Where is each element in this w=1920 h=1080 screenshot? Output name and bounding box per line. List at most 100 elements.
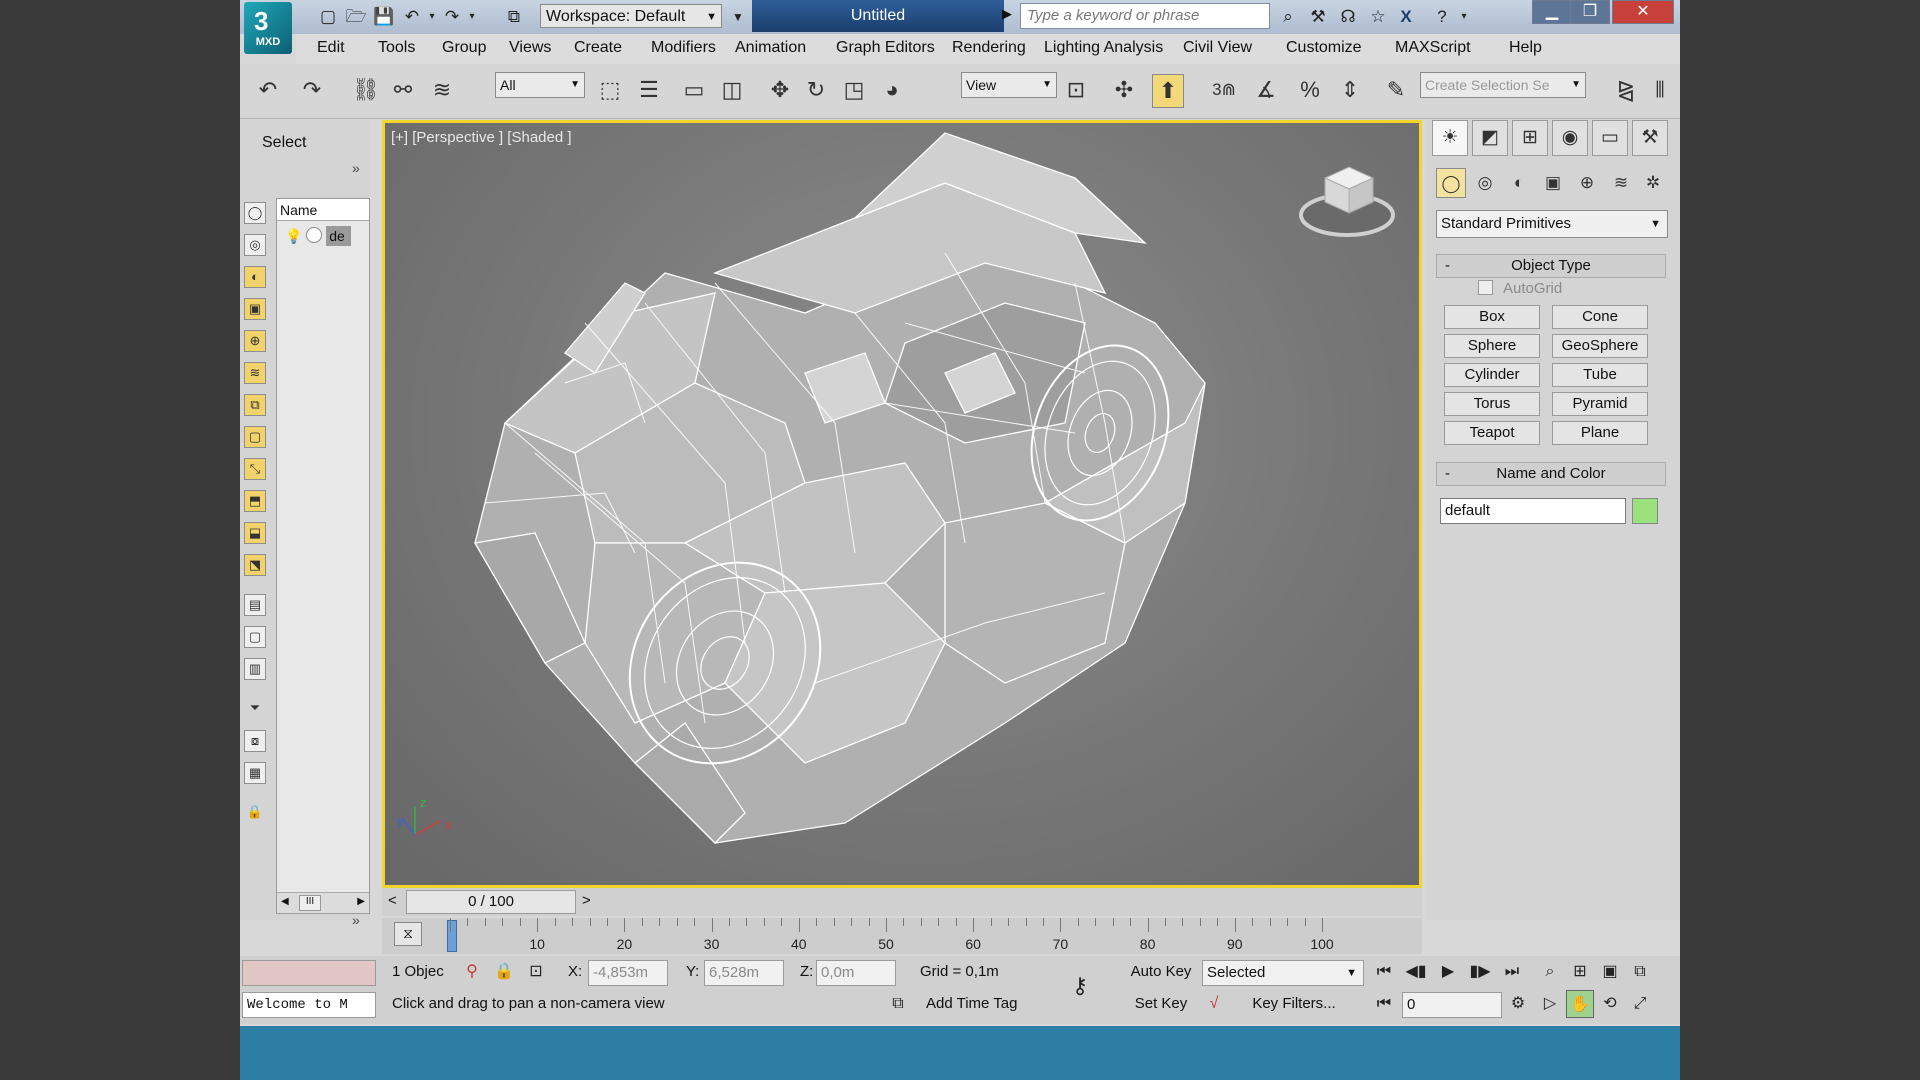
isolate-selection-icon[interactable]: ⚲ bbox=[458, 958, 486, 986]
help-icon[interactable]: ? bbox=[1430, 5, 1454, 29]
maxscript-listener-red[interactable] bbox=[242, 960, 376, 986]
keyboard-shortcut-override-icon[interactable]: ⬆ bbox=[1152, 74, 1184, 108]
name-column-header[interactable]: Name bbox=[277, 199, 369, 221]
display-invert-icon[interactable]: ▥ bbox=[244, 658, 266, 680]
primitive-category-dropdown[interactable]: Standard Primitives ▼ bbox=[1436, 210, 1668, 238]
geometry-category-icon[interactable]: ◯ bbox=[1436, 168, 1466, 198]
viewcube-icon[interactable] bbox=[1299, 166, 1395, 237]
display-tab-icon[interactable]: ▭ bbox=[1592, 120, 1628, 156]
display-cameras-icon[interactable]: ▣ bbox=[244, 298, 266, 320]
display-groups-icon[interactable]: ⧉ bbox=[244, 394, 266, 416]
go-to-end-icon[interactable]: ⏭ bbox=[1498, 958, 1526, 986]
absolute-relative-transform-icon[interactable]: ⊡ bbox=[522, 958, 550, 986]
menu-graph-editors[interactable]: Graph Editors bbox=[836, 39, 935, 57]
previous-frame-icon[interactable]: ◀▮ bbox=[1402, 958, 1430, 986]
spinner-snap-icon[interactable]: ⇕ bbox=[1334, 74, 1366, 106]
redo-dropdown-icon[interactable]: ▾ bbox=[460, 5, 484, 29]
display-spacewarps-icon[interactable]: ≋ bbox=[244, 362, 266, 384]
reference-coordinate-dropdown[interactable]: View ▼ bbox=[961, 72, 1057, 98]
name-and-color-rollout-header[interactable]: - Name and Color bbox=[1436, 462, 1666, 486]
key-set-dropdown[interactable]: Selected ▼ bbox=[1202, 960, 1364, 986]
next-frame-icon[interactable]: ▮▶ bbox=[1466, 958, 1494, 986]
pyramid-button[interactable]: Pyramid bbox=[1552, 392, 1648, 416]
perspective-viewport[interactable]: [+] [Perspective ] [Shaded ] x y z bbox=[382, 120, 1422, 888]
key-filters-button[interactable]: Key Filters... bbox=[1236, 992, 1352, 1018]
set-key-button[interactable]: Set Key bbox=[1126, 992, 1196, 1018]
rectangular-selection-icon[interactable]: ▭ bbox=[678, 74, 710, 106]
search-expand-icon[interactable]: ▶ bbox=[1002, 6, 1012, 22]
scene-list-scrollbar[interactable]: ◀ III ▶ bbox=[277, 892, 369, 913]
autogrid-checkbox[interactable]: AutoGrid bbox=[1478, 280, 1562, 297]
go-to-start-icon[interactable]: ⏮ bbox=[1370, 958, 1398, 986]
menu-edit[interactable]: Edit bbox=[317, 39, 345, 57]
display-frozen-icon[interactable]: ⬓ bbox=[244, 522, 266, 544]
edit-named-selection-icon[interactable]: ✎ bbox=[1380, 74, 1412, 106]
lights-category-icon[interactable]: ◐ bbox=[1504, 168, 1534, 198]
box-button[interactable]: Box bbox=[1444, 305, 1540, 329]
mirror-icon[interactable]: ⧎ bbox=[1610, 74, 1642, 106]
geosphere-button[interactable]: GeoSphere bbox=[1552, 334, 1648, 358]
percent-snap-icon[interactable]: % bbox=[1294, 74, 1326, 106]
select-and-rotate-icon[interactable]: ↻ bbox=[800, 74, 832, 106]
redo-icon[interactable]: ↷ bbox=[296, 74, 328, 106]
menu-customize[interactable]: Customize bbox=[1286, 39, 1362, 57]
save-file-icon[interactable]: 💾 bbox=[372, 5, 396, 29]
menu-tools[interactable]: Tools bbox=[378, 39, 415, 57]
scene-row-default[interactable]: 💡 de bbox=[285, 226, 369, 251]
menu-help[interactable]: Help bbox=[1509, 39, 1542, 57]
favorites-star-icon[interactable]: ☆ bbox=[1366, 5, 1390, 29]
plane-button[interactable]: Plane bbox=[1552, 421, 1648, 445]
menu-maxscript[interactable]: MAXScript bbox=[1395, 39, 1471, 57]
time-slider-prev[interactable]: < bbox=[388, 892, 397, 909]
add-time-tag-button[interactable]: Add Time Tag bbox=[922, 992, 1052, 1018]
workspace-dropdown[interactable]: Workspace: Default ▼ bbox=[540, 4, 722, 28]
viewport-label-menu[interactable]: [+] [Perspective ] [Shaded ] bbox=[391, 129, 572, 146]
window-crossing-icon[interactable]: ◫ bbox=[716, 74, 748, 106]
menu-group[interactable]: Group bbox=[442, 39, 486, 57]
menu-civil-view[interactable]: Civil View bbox=[1183, 39, 1252, 57]
maximize-viewport-icon[interactable]: ⤢ bbox=[1626, 990, 1654, 1018]
display-xrefs-icon[interactable]: ▢ bbox=[244, 426, 266, 448]
display-helpers-icon[interactable]: ⊕ bbox=[244, 330, 266, 352]
filter-icon[interactable]: ⏷ bbox=[244, 698, 266, 720]
display-none-icon[interactable]: ▢ bbox=[244, 626, 266, 648]
x-coordinate-field[interactable]: -4,853m bbox=[588, 960, 668, 986]
align-icon[interactable]: ⫴ bbox=[1644, 74, 1676, 106]
object-type-rollout-header[interactable]: - Object Type bbox=[1436, 254, 1666, 278]
light-bulb-icon[interactable]: 💡 bbox=[285, 228, 302, 244]
zoom-icon[interactable]: ⌕ bbox=[1536, 958, 1564, 986]
time-configuration-icon[interactable]: ⚙ bbox=[1504, 990, 1532, 1018]
zoom-extents-icon[interactable]: ▣ bbox=[1596, 958, 1624, 986]
application-button[interactable]: 3 MXD bbox=[244, 2, 292, 54]
set-keys-icon[interactable]: √ bbox=[1200, 990, 1228, 1018]
auto-key-button[interactable]: Auto Key bbox=[1126, 960, 1196, 986]
expand-toolbar-icon[interactable]: » bbox=[352, 160, 360, 176]
menu-modifiers[interactable]: Modifiers bbox=[651, 39, 716, 57]
close-button[interactable]: ✕ bbox=[1612, 0, 1674, 24]
angle-snap-icon[interactable]: ∡ bbox=[1250, 74, 1282, 106]
teapot-button[interactable]: Teapot bbox=[1444, 421, 1540, 445]
shapes-category-icon[interactable]: ◎ bbox=[1470, 168, 1500, 198]
subscription-key-icon[interactable]: ⚒ bbox=[1306, 5, 1330, 29]
current-frame-field[interactable]: 0 bbox=[1402, 992, 1502, 1018]
helpers-category-icon[interactable]: ⊕ bbox=[1572, 168, 1602, 198]
scroll-right-icon[interactable]: ▶ bbox=[357, 896, 365, 907]
collapse-explorer-icon[interactable]: » bbox=[352, 912, 360, 928]
tube-button[interactable]: Tube bbox=[1552, 363, 1648, 387]
menu-lighting-analysis[interactable]: Lighting Analysis bbox=[1044, 39, 1163, 57]
display-shapes-icon[interactable]: ◎ bbox=[244, 234, 266, 256]
time-slider[interactable]: < 0 / 100 > bbox=[382, 888, 1422, 916]
pivot-point-center-icon[interactable]: ⊡ bbox=[1060, 74, 1092, 106]
selection-filter-dropdown[interactable]: All ▼ bbox=[495, 72, 585, 98]
cone-button[interactable]: Cone bbox=[1552, 305, 1648, 329]
orbit-icon[interactable]: ⟲ bbox=[1596, 990, 1624, 1018]
cameras-category-icon[interactable]: ▣ bbox=[1538, 168, 1568, 198]
menu-rendering[interactable]: Rendering bbox=[952, 39, 1026, 57]
undo-icon[interactable]: ↶ bbox=[252, 74, 284, 106]
curve-editor-toggle-icon[interactable]: ⧖ bbox=[394, 922, 422, 946]
zoom-all-icon[interactable]: ⊞ bbox=[1566, 958, 1594, 986]
object-color-swatch[interactable] bbox=[1632, 498, 1658, 524]
display-hidden-icon[interactable]: ⬔ bbox=[244, 554, 266, 576]
select-manipulate-icon[interactable]: ✣ bbox=[1108, 74, 1140, 106]
select-and-place-icon[interactable]: ◕ bbox=[876, 74, 908, 106]
